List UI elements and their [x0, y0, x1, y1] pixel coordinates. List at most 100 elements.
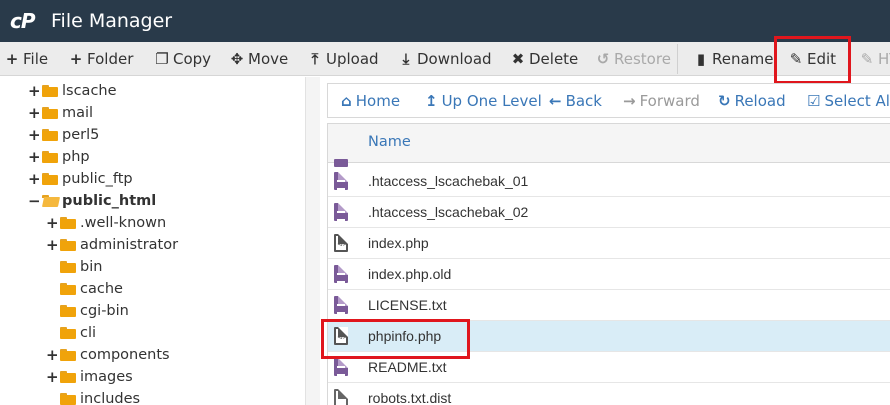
delete-label: Delete [529, 50, 579, 68]
restore-button[interactable]: ↺ Restore [595, 42, 671, 76]
plus-icon: + [5, 50, 19, 68]
reload-button[interactable]: ↻ Reload [718, 84, 786, 117]
file-row[interactable]: index.php [328, 228, 890, 259]
tree-item-cache[interactable]: cache [46, 278, 123, 300]
tree-item-label: administrator [80, 237, 179, 253]
toolbar-divider [677, 44, 678, 74]
phpinfo-highlight-box [321, 319, 470, 359]
tree-item-public-ftp[interactable]: + public_ftp [28, 168, 133, 190]
folder-icon [42, 129, 58, 141]
column-header-name[interactable]: Name [368, 134, 411, 150]
move-icon: ✥ [230, 50, 244, 68]
expand-icon[interactable]: + [46, 236, 59, 254]
tree-item-administrator[interactable]: + administrator [46, 234, 178, 256]
checkbox-icon: ☑ [807, 91, 821, 110]
html-editor-button[interactable]: ✎ HT [859, 42, 890, 76]
rename-button[interactable]: ▮ Rename [693, 42, 774, 76]
undo-icon: ↺ [596, 50, 610, 68]
file-name: LICENSE.txt [368, 297, 447, 313]
tree-item-includes[interactable]: includes [46, 388, 140, 405]
upload-icon: ⤒ [311, 50, 319, 68]
expand-icon[interactable]: + [28, 148, 41, 166]
tree-item-cli[interactable]: cli [46, 322, 96, 344]
forward-button[interactable]: → Forward [623, 84, 700, 117]
home-label: Home [355, 91, 401, 110]
edit-square-icon: ✎ [860, 50, 874, 68]
move-button[interactable]: ✥ Move [229, 42, 289, 76]
file-name: index.php [368, 235, 429, 251]
file-name: index.php.old [368, 266, 452, 282]
home-button[interactable]: ⌂ Home [341, 84, 400, 117]
file-row[interactable]: .htaccess_lscachebak_02 [328, 197, 890, 228]
expand-icon[interactable]: + [28, 170, 41, 188]
folder-icon [60, 261, 76, 273]
file-name: .htaccess_lscachebak_02 [368, 204, 529, 220]
tree-item-mail[interactable]: + mail [28, 102, 93, 124]
tree-item-label: cache [80, 281, 123, 297]
page-title: File Manager [51, 10, 173, 32]
new-file-label: File [23, 50, 49, 68]
move-label: Move [248, 50, 289, 68]
upload-button[interactable]: ⤒ Upload [307, 42, 379, 76]
app-header: cP File Manager [0, 0, 890, 42]
arrow-right-icon: → [623, 91, 636, 110]
tree-item-label: lscache [62, 83, 117, 99]
select-all-label: Select All [824, 91, 890, 110]
tree-item-label: .well-known [80, 215, 167, 231]
new-file-button[interactable]: + File [4, 42, 48, 76]
delete-button[interactable]: ✖ Delete [510, 42, 579, 76]
folder-icon [60, 217, 76, 229]
expand-icon[interactable]: + [46, 368, 59, 386]
expand-icon[interactable]: + [28, 104, 41, 122]
pane-splitter[interactable] [305, 77, 320, 405]
tree-item-components[interactable]: + components [46, 344, 170, 366]
copy-button[interactable]: ❐ Copy [154, 42, 211, 76]
expand-icon[interactable]: + [28, 82, 41, 100]
text-file-icon [334, 296, 348, 314]
expand-icon[interactable]: + [46, 346, 59, 364]
tree-item-perl5[interactable]: + perl5 [28, 124, 99, 146]
expand-icon[interactable]: + [46, 214, 59, 232]
tree-item-label: perl5 [62, 127, 100, 143]
forward-label: Forward [639, 91, 700, 110]
file-row[interactable]: LICENSE.txt [328, 290, 890, 321]
folder-icon [42, 151, 58, 163]
copy-icon: ❐ [155, 50, 169, 68]
tree-item-images[interactable]: + images [46, 366, 133, 388]
tree-item-bin[interactable]: bin [46, 256, 102, 278]
folder-icon [42, 107, 58, 119]
rename-label: Rename [712, 50, 774, 68]
back-label: Back [565, 91, 602, 110]
text-file-icon [334, 172, 348, 190]
cpanel-logo[interactable]: cP [10, 9, 40, 33]
text-file-icon [334, 358, 348, 376]
up-one-level-button[interactable]: ↥ Up One Level [425, 84, 542, 117]
expand-icon[interactable]: + [28, 126, 41, 144]
folder-icon [60, 327, 76, 339]
tree-item-cgi-bin[interactable]: cgi-bin [46, 300, 129, 322]
back-button[interactable]: ← Back [549, 84, 602, 117]
toolbar: + File + Folder ❐ Copy ✥ Move ⤒ Upload ⤓… [0, 42, 890, 76]
file-icon: ▮ [696, 50, 706, 68]
new-folder-button[interactable]: + Folder [68, 42, 134, 76]
file-row[interactable]: robots.txt.dist [328, 383, 890, 405]
reload-icon: ↻ [718, 91, 731, 110]
tree-item-lscache[interactable]: + lscache [28, 80, 117, 102]
tree-item-public-html[interactable]: − public_html [28, 190, 156, 212]
reload-label: Reload [734, 91, 786, 110]
download-button[interactable]: ⤓ Download [398, 42, 492, 76]
close-icon: ✖ [511, 50, 525, 68]
copy-label: Copy [173, 50, 212, 68]
tree-item-php[interactable]: + php [28, 146, 90, 168]
file-row[interactable]: .htaccess_lscachebak_01 [328, 166, 890, 197]
select-all-button[interactable]: ☑ Select All [807, 84, 890, 117]
download-label: Download [417, 50, 492, 68]
folder-icon [60, 349, 76, 361]
tree-item-label: bin [80, 259, 103, 275]
navigation-bar: ⌂ Home ↥ Up One Level ← Back → Forward ↻… [327, 83, 890, 118]
tree-item-label: images [80, 369, 133, 385]
tree-item-well-known[interactable]: + .well-known [46, 212, 166, 234]
collapse-icon[interactable]: − [28, 192, 41, 210]
file-row[interactable]: index.php.old [328, 259, 890, 290]
open-folder-icon [42, 195, 58, 207]
